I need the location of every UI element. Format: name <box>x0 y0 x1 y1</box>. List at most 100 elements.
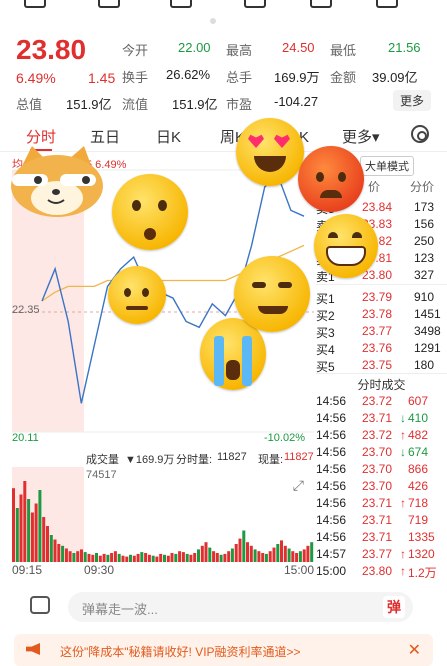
more-button[interactable]: 更多 <box>392 90 431 111</box>
smirk-emoji <box>234 256 310 332</box>
toolbar-icon-4[interactable] <box>244 0 266 8</box>
comment-settings-icon[interactable] <box>30 596 50 614</box>
trade-price: 23.70 <box>362 445 393 459</box>
trade-arrow: ↑ <box>400 547 406 561</box>
trade-time: 14:56 <box>316 513 347 527</box>
volume-bar <box>72 553 76 562</box>
comment-bar: 弹幕走一波... 弹 <box>0 586 447 628</box>
volume-bar <box>212 551 216 562</box>
trade-row: 14:57 23.77 ↑ 1320 <box>316 547 447 564</box>
trade-price: 23.71 <box>362 496 393 510</box>
ob-price: 23.84 <box>362 200 393 214</box>
axis-bottom-right: -10.02% <box>264 432 305 444</box>
price-change-percent: 6.49% <box>16 70 56 86</box>
volume-bar <box>276 544 280 562</box>
volume-bar <box>46 526 49 562</box>
volume-bar <box>310 542 314 562</box>
trade-volume: 410 <box>408 411 429 425</box>
danmu-toggle-button[interactable]: 弹 <box>383 596 405 618</box>
buy-row: 买2 23.78 1451 <box>316 307 447 324</box>
tab-five-day[interactable]: 五日 <box>90 126 120 147</box>
volume-bar <box>257 551 261 562</box>
volume-bar <box>261 553 265 562</box>
header-price: 价 <box>368 180 381 194</box>
trade-volume: 1320 <box>408 547 435 561</box>
volume-bar <box>147 554 151 562</box>
axis-bottom-left: 20.11 <box>12 432 39 444</box>
trade-time: 14:56 <box>316 496 347 510</box>
ob-price: 23.77 <box>362 324 393 338</box>
high-value: 24.50 <box>282 40 315 55</box>
volume-bar <box>249 545 253 562</box>
volume-bar <box>76 551 80 562</box>
ob-volume: 1291 <box>414 341 441 355</box>
trade-price: 23.80 <box>362 564 393 578</box>
volume-bar <box>132 555 136 562</box>
volume-bar <box>242 530 246 562</box>
header-volume: 分价 <box>410 180 435 194</box>
tab-daily-k[interactable]: 日K <box>156 126 181 147</box>
trade-price: 23.71 <box>362 411 393 425</box>
grin-emoji <box>314 214 378 278</box>
volume-bar <box>238 538 242 562</box>
current-volume-value: 11827 <box>284 451 314 463</box>
trade-volume: 426 <box>408 479 429 493</box>
volume-bar <box>34 503 38 562</box>
trade-price: 23.72 <box>362 428 393 442</box>
expand-icon[interactable]: ⤢ <box>293 477 304 494</box>
quote-panel: 23.80 6.49% 1.45 总值 151.9亿 今开 22.00 最高 2… <box>0 30 447 114</box>
toolbar-icon-3[interactable] <box>170 0 192 8</box>
toolbar-icon-5[interactable] <box>310 0 332 8</box>
trade-row: 14:56 23.70 426 <box>316 479 447 496</box>
danmu-placeholder: 弹幕走一波... <box>82 602 158 617</box>
volume-bar <box>193 553 197 562</box>
volume-bar <box>246 542 249 562</box>
tab-more[interactable]: 更多▾ <box>342 126 380 147</box>
ob-label: 买2 <box>316 309 335 323</box>
order-book-separator <box>316 284 447 285</box>
total-value: 151.9亿 <box>66 97 112 112</box>
volume-bar <box>287 548 291 562</box>
ob-volume: 3498 <box>414 324 441 338</box>
promo-close-button[interactable]: ✕ <box>408 640 421 660</box>
open-label: 今开 <box>122 43 149 58</box>
buy-row: 买4 23.76 1291 <box>316 341 447 358</box>
doge-emoji <box>11 146 103 217</box>
low-label: 最低 <box>330 43 357 58</box>
tick-trades-title[interactable]: 分时成交 <box>316 376 447 393</box>
ob-label: 买1 <box>316 292 335 306</box>
volume-bar <box>98 555 102 562</box>
toolbar-icon-2[interactable] <box>98 0 120 8</box>
volume-bar <box>197 549 200 562</box>
danmu-input[interactable]: 弹幕走一波... 弹 <box>68 592 413 622</box>
toolbar-icon-1[interactable] <box>24 0 46 8</box>
volume-bar <box>291 551 295 562</box>
volume-chart-svg <box>12 467 314 562</box>
volume-bar <box>227 551 231 562</box>
trade-price: 23.71 <box>362 513 393 527</box>
promo-banner[interactable]: 这份"降成本"秘籍请收好! VIP融资利率通道>> ✕ <box>14 634 433 666</box>
ob-volume: 1451 <box>414 307 441 321</box>
float-value: 151.9亿 <box>172 97 218 112</box>
volume-bar <box>185 553 189 562</box>
toolbar-icon-6[interactable] <box>376 0 398 8</box>
trade-row: 15:00 23.80 ↑ 1.2万 <box>316 564 447 581</box>
volume-bar <box>268 551 272 562</box>
trade-price: 23.70 <box>362 462 393 476</box>
tab-intraday[interactable]: 分时 <box>26 126 56 147</box>
trade-row: 14:56 23.72 ↑ 482 <box>316 428 447 445</box>
volume-bar <box>253 549 257 562</box>
trade-row: 14:56 23.70 866 <box>316 462 447 479</box>
volume-chart[interactable]: 74517 ⤢ <box>12 467 314 562</box>
amount-label: 金额 <box>330 70 357 85</box>
amount-value: 39.09亿 <box>372 70 418 85</box>
trade-arrow: ↓ <box>400 411 406 425</box>
big-order-mode-button[interactable]: 大单模式 <box>360 156 414 176</box>
volume-bar <box>181 552 185 562</box>
volume-bar <box>223 553 227 562</box>
gear-icon[interactable] <box>411 125 429 143</box>
trade-time: 14:57 <box>316 547 347 561</box>
promo-text: 这份"降成本"秘籍请收好! VIP融资利率通道>> <box>60 645 301 659</box>
volume-bar <box>125 556 129 562</box>
ob-volume: 250 <box>414 234 435 248</box>
